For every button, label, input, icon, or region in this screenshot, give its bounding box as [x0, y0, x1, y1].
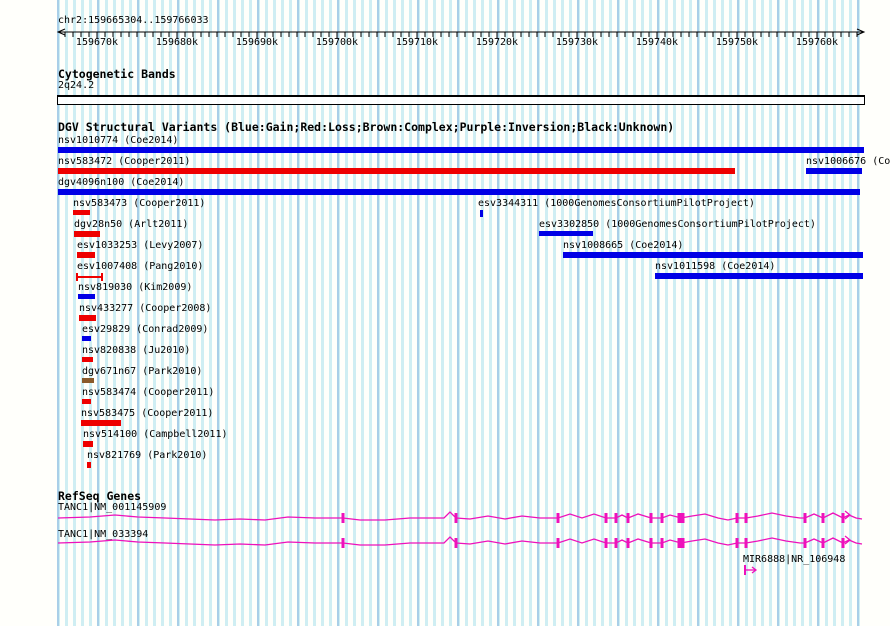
variant-label[interactable]: esv1033253 (Levy2007): [77, 240, 203, 251]
region-coordinates: chr2:159665304..159766033: [58, 15, 209, 26]
variant-bar[interactable]: [563, 252, 863, 258]
genome-browser-view: chr2:159665304..159766033 159670k 159680k…: [0, 0, 890, 626]
ruler-tick-label: 159730k: [555, 37, 599, 48]
variant-bar[interactable]: [79, 315, 96, 321]
ruler-tick-label: 159750k: [715, 37, 759, 48]
ruler-tick-label: 159690k: [235, 37, 279, 48]
ruler-tick-label: 159720k: [475, 37, 519, 48]
variant-label[interactable]: esv1007408 (Pang2010): [77, 261, 203, 272]
variant-label[interactable]: nsv583472 (Cooper2011): [58, 156, 190, 167]
refseq-track-title: RefSeq Genes: [58, 489, 142, 503]
variant-bar[interactable]: [77, 252, 95, 258]
variant-bar[interactable]: [82, 399, 91, 404]
variant-bar[interactable]: [74, 231, 100, 237]
variant-label[interactable]: nsv583473 (Cooper2011): [73, 198, 205, 209]
variant-label[interactable]: esv3344311 (1000GenomesConsortiumPilotPr…: [478, 198, 755, 209]
variant-label[interactable]: nsv1011598 (Coe2014): [655, 261, 775, 272]
variant-bar[interactable]: [58, 147, 864, 153]
variant-point-glyph[interactable]: [480, 210, 483, 217]
variant-label[interactable]: nsv821769 (Park2010): [87, 450, 207, 461]
variant-label[interactable]: nsv819030 (Kim2009): [78, 282, 192, 293]
variant-bracket-glyph[interactable]: [76, 273, 103, 281]
variant-label[interactable]: esv29829 (Conrad2009): [82, 324, 208, 335]
variant-bar[interactable]: [806, 168, 862, 174]
variant-bar[interactable]: [82, 336, 91, 341]
transcript-label[interactable]: TANC1|NM_033394: [58, 529, 148, 540]
cytoband-glyph[interactable]: [57, 95, 865, 105]
bracket-part: [76, 276, 103, 278]
variant-label[interactable]: nsv1008665 (Coe2014): [563, 240, 683, 251]
variant-bar[interactable]: [87, 462, 91, 468]
variant-bar[interactable]: [58, 168, 735, 174]
cytoband-label[interactable]: 2q24.2: [58, 80, 94, 91]
variant-bar[interactable]: [81, 420, 121, 426]
ruler-tick-label: 159740k: [635, 37, 679, 48]
ruler-tick-label: 159670k: [75, 37, 119, 48]
transcript-label[interactable]: MIR6888|NR_106948: [743, 554, 845, 565]
variant-bar[interactable]: [82, 378, 94, 383]
ruler-tick-label: 159760k: [795, 37, 839, 48]
variant-bar[interactable]: [655, 273, 863, 279]
variant-label[interactable]: nsv433277 (Cooper2008): [79, 303, 211, 314]
variant-label[interactable]: nsv1010774 (Coe2014): [58, 135, 178, 146]
variant-bar[interactable]: [58, 189, 860, 195]
variant-label[interactable]: nsv583474 (Cooper2011): [82, 387, 214, 398]
variant-label[interactable]: nsv1006676 (Co: [806, 156, 890, 167]
transcript-label[interactable]: TANC1|NM_001145909: [58, 502, 166, 513]
variant-label[interactable]: dgv4096n100 (Coe2014): [58, 177, 184, 188]
variant-bar[interactable]: [539, 231, 593, 236]
variant-label[interactable]: dgv671n67 (Park2010): [82, 366, 202, 377]
variant-bar[interactable]: [83, 441, 93, 447]
ruler-tick-label: 159710k: [395, 37, 439, 48]
ruler-tick-label: 159680k: [155, 37, 199, 48]
variant-bar[interactable]: [73, 210, 90, 215]
dgv-track-title: DGV Structural Variants (Blue:Gain;Red:L…: [58, 120, 675, 134]
variant-label[interactable]: esv3302850 (1000GenomesConsortiumPilotPr…: [539, 219, 816, 230]
variant-label[interactable]: nsv514100 (Campbell2011): [83, 429, 228, 440]
cytogenetic-bands-track-title: Cytogenetic Bands: [58, 67, 176, 81]
variant-bar[interactable]: [78, 294, 95, 299]
ruler-tick-label: 159700k: [315, 37, 359, 48]
variant-label[interactable]: dgv28n50 (Arlt2011): [74, 219, 188, 230]
variant-bar[interactable]: [82, 357, 93, 362]
variant-label[interactable]: nsv820838 (Ju2010): [82, 345, 190, 356]
variant-label[interactable]: nsv583475 (Cooper2011): [81, 408, 213, 419]
